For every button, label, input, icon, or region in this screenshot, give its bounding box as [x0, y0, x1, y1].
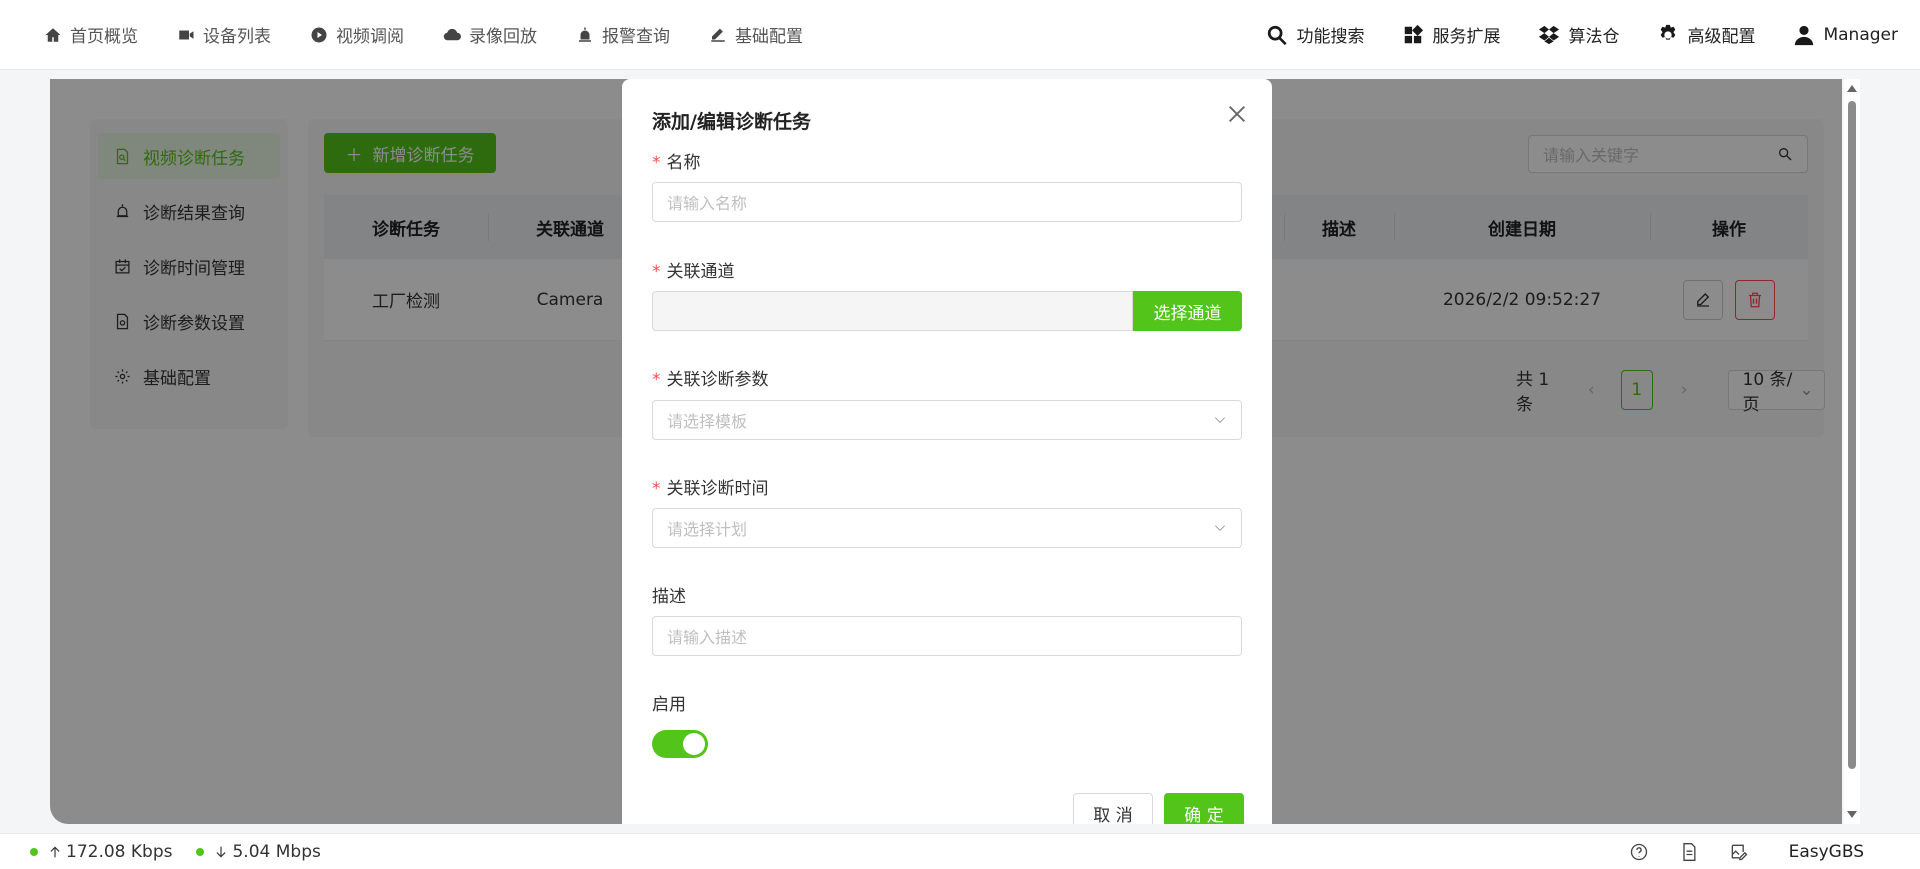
nav-left: 首页概览 设备列表 视频调阅 录像回放 报警查询 基础配置: [44, 22, 842, 47]
play-icon: [311, 27, 327, 42]
nav-item-devices[interactable]: 设备列表: [177, 22, 271, 47]
time-plan-select[interactable]: 请选择计划: [652, 508, 1242, 548]
select-channel-button[interactable]: 选择通道: [1133, 291, 1242, 331]
nav-item-label: 视频调阅: [336, 27, 404, 47]
gear-icon: [1661, 24, 1676, 40]
status-bar: 172.08 Kbps 5.04 Mbps EasyGBS: [0, 833, 1920, 869]
required-mark: *: [652, 153, 661, 173]
dialog-title: 添加/编辑诊断任务: [652, 111, 811, 133]
nav-item-label: 设备列表: [203, 27, 271, 47]
nav-item-user[interactable]: Manager: [1793, 24, 1898, 46]
name-label: * 名称: [652, 148, 701, 173]
nav-item-label: Manager: [1823, 24, 1898, 45]
search-icon: [1268, 25, 1288, 45]
help-icon[interactable]: [1629, 842, 1649, 862]
nav-item-video[interactable]: 视频调阅: [310, 22, 404, 47]
name-placeholder: 请输入名称: [667, 194, 748, 213]
channel-input[interactable]: [652, 291, 1133, 331]
scrollbar[interactable]: [1844, 79, 1860, 824]
confirm-button[interactable]: 确 定: [1164, 793, 1244, 824]
nav-item-extensions[interactable]: 服务扩展: [1402, 22, 1500, 47]
status-dot: [196, 847, 205, 856]
download-rate: 5.04 Mbps: [196, 841, 321, 862]
nav-item-playback[interactable]: 录像回放: [443, 22, 537, 47]
status-dot: [30, 847, 38, 856]
channel-label: * 关联通道: [652, 257, 735, 282]
dropbox-icon: [1539, 25, 1560, 44]
toggle-knob: [683, 733, 705, 755]
time-label: * 关联诊断时间: [652, 474, 769, 499]
required-mark: *: [652, 262, 661, 282]
nav-right: 功能搜索 服务扩展 算法仓 高级配置 Manager: [1228, 22, 1898, 47]
grid-icon: [1405, 24, 1424, 43]
edit-icon: [711, 28, 725, 42]
nav-item-label: 高级配置: [1687, 27, 1756, 47]
description-placeholder: 请输入描述: [667, 628, 748, 647]
required-mark: *: [652, 370, 661, 390]
enable-label: 启用: [652, 695, 686, 715]
camera-icon: [179, 30, 194, 39]
cloud-icon: [443, 28, 461, 40]
scrollbar-thumb[interactable]: [1848, 101, 1856, 769]
upload-rate-value: 172.08 Kbps: [66, 841, 173, 862]
nav-item-label: 录像回放: [469, 27, 537, 47]
param-label-text: 关联诊断参数: [666, 370, 769, 390]
nav-item-search[interactable]: 功能搜索: [1266, 22, 1364, 47]
nav-item-label: 基础配置: [735, 27, 803, 47]
param-label: * 关联诊断参数: [652, 365, 769, 390]
nav-item-config[interactable]: 基础配置: [709, 22, 803, 47]
time-placeholder: 请选择计划: [667, 520, 748, 539]
required-mark: *: [652, 479, 661, 499]
nav-item-label: 首页概览: [70, 27, 138, 47]
scroll-down-icon[interactable]: [1847, 811, 1857, 818]
arrow-up-icon: [50, 846, 60, 857]
param-template-select[interactable]: 请选择模板: [652, 400, 1242, 440]
image-edit-icon[interactable]: [1729, 842, 1749, 862]
name-label-text: 名称: [666, 153, 701, 173]
alarm-icon: [579, 27, 591, 42]
arrow-down-icon: [216, 846, 226, 857]
nav-item-label: 算法仓: [1568, 27, 1620, 47]
enable-toggle[interactable]: [652, 730, 708, 758]
nav-item-alarm[interactable]: 报警查询: [576, 22, 670, 47]
close-icon: [1229, 106, 1245, 122]
cancel-button[interactable]: 取 消: [1073, 793, 1153, 824]
nav-item-advanced[interactable]: 高级配置: [1657, 22, 1755, 47]
edit-task-dialog: 添加/编辑诊断任务 * 名称 请输入名称 * 关联通道 选择通道 * 关联诊断参数 请…: [622, 79, 1272, 824]
nav-item-label: 服务扩展: [1432, 27, 1501, 47]
channel-label-text: 关联通道: [666, 262, 735, 282]
name-input[interactable]: 请输入名称: [652, 182, 1242, 222]
nav-item-home[interactable]: 首页概览: [44, 22, 138, 47]
home-icon: [45, 27, 61, 42]
network-stats: 172.08 Kbps 5.04 Mbps: [30, 842, 345, 862]
document-icon[interactable]: [1679, 842, 1699, 862]
chevron-down-icon: [1215, 525, 1225, 531]
chevron-down-icon: [1215, 417, 1225, 423]
brand-name: EasyGBS: [1788, 841, 1864, 862]
param-placeholder: 请选择模板: [667, 412, 748, 431]
close-button[interactable]: [1226, 103, 1250, 127]
download-rate-value: 5.04 Mbps: [232, 841, 321, 862]
top-nav: 首页概览 设备列表 视频调阅 录像回放 报警查询 基础配置 功能搜索 服务扩展 …: [0, 0, 1920, 70]
status-actions: EasyGBS: [1599, 842, 1864, 862]
nav-item-label: 报警查询: [602, 27, 670, 47]
description-label: 描述: [652, 587, 686, 607]
nav-item-algorithms[interactable]: 算法仓: [1538, 22, 1619, 47]
description-input[interactable]: 请输入描述: [652, 616, 1242, 656]
upload-rate: 172.08 Kbps: [30, 842, 172, 862]
scroll-up-icon[interactable]: [1847, 85, 1857, 92]
time-label-text: 关联诊断时间: [666, 479, 769, 499]
user-icon: [1795, 25, 1814, 45]
nav-item-label: 功能搜索: [1296, 27, 1365, 47]
